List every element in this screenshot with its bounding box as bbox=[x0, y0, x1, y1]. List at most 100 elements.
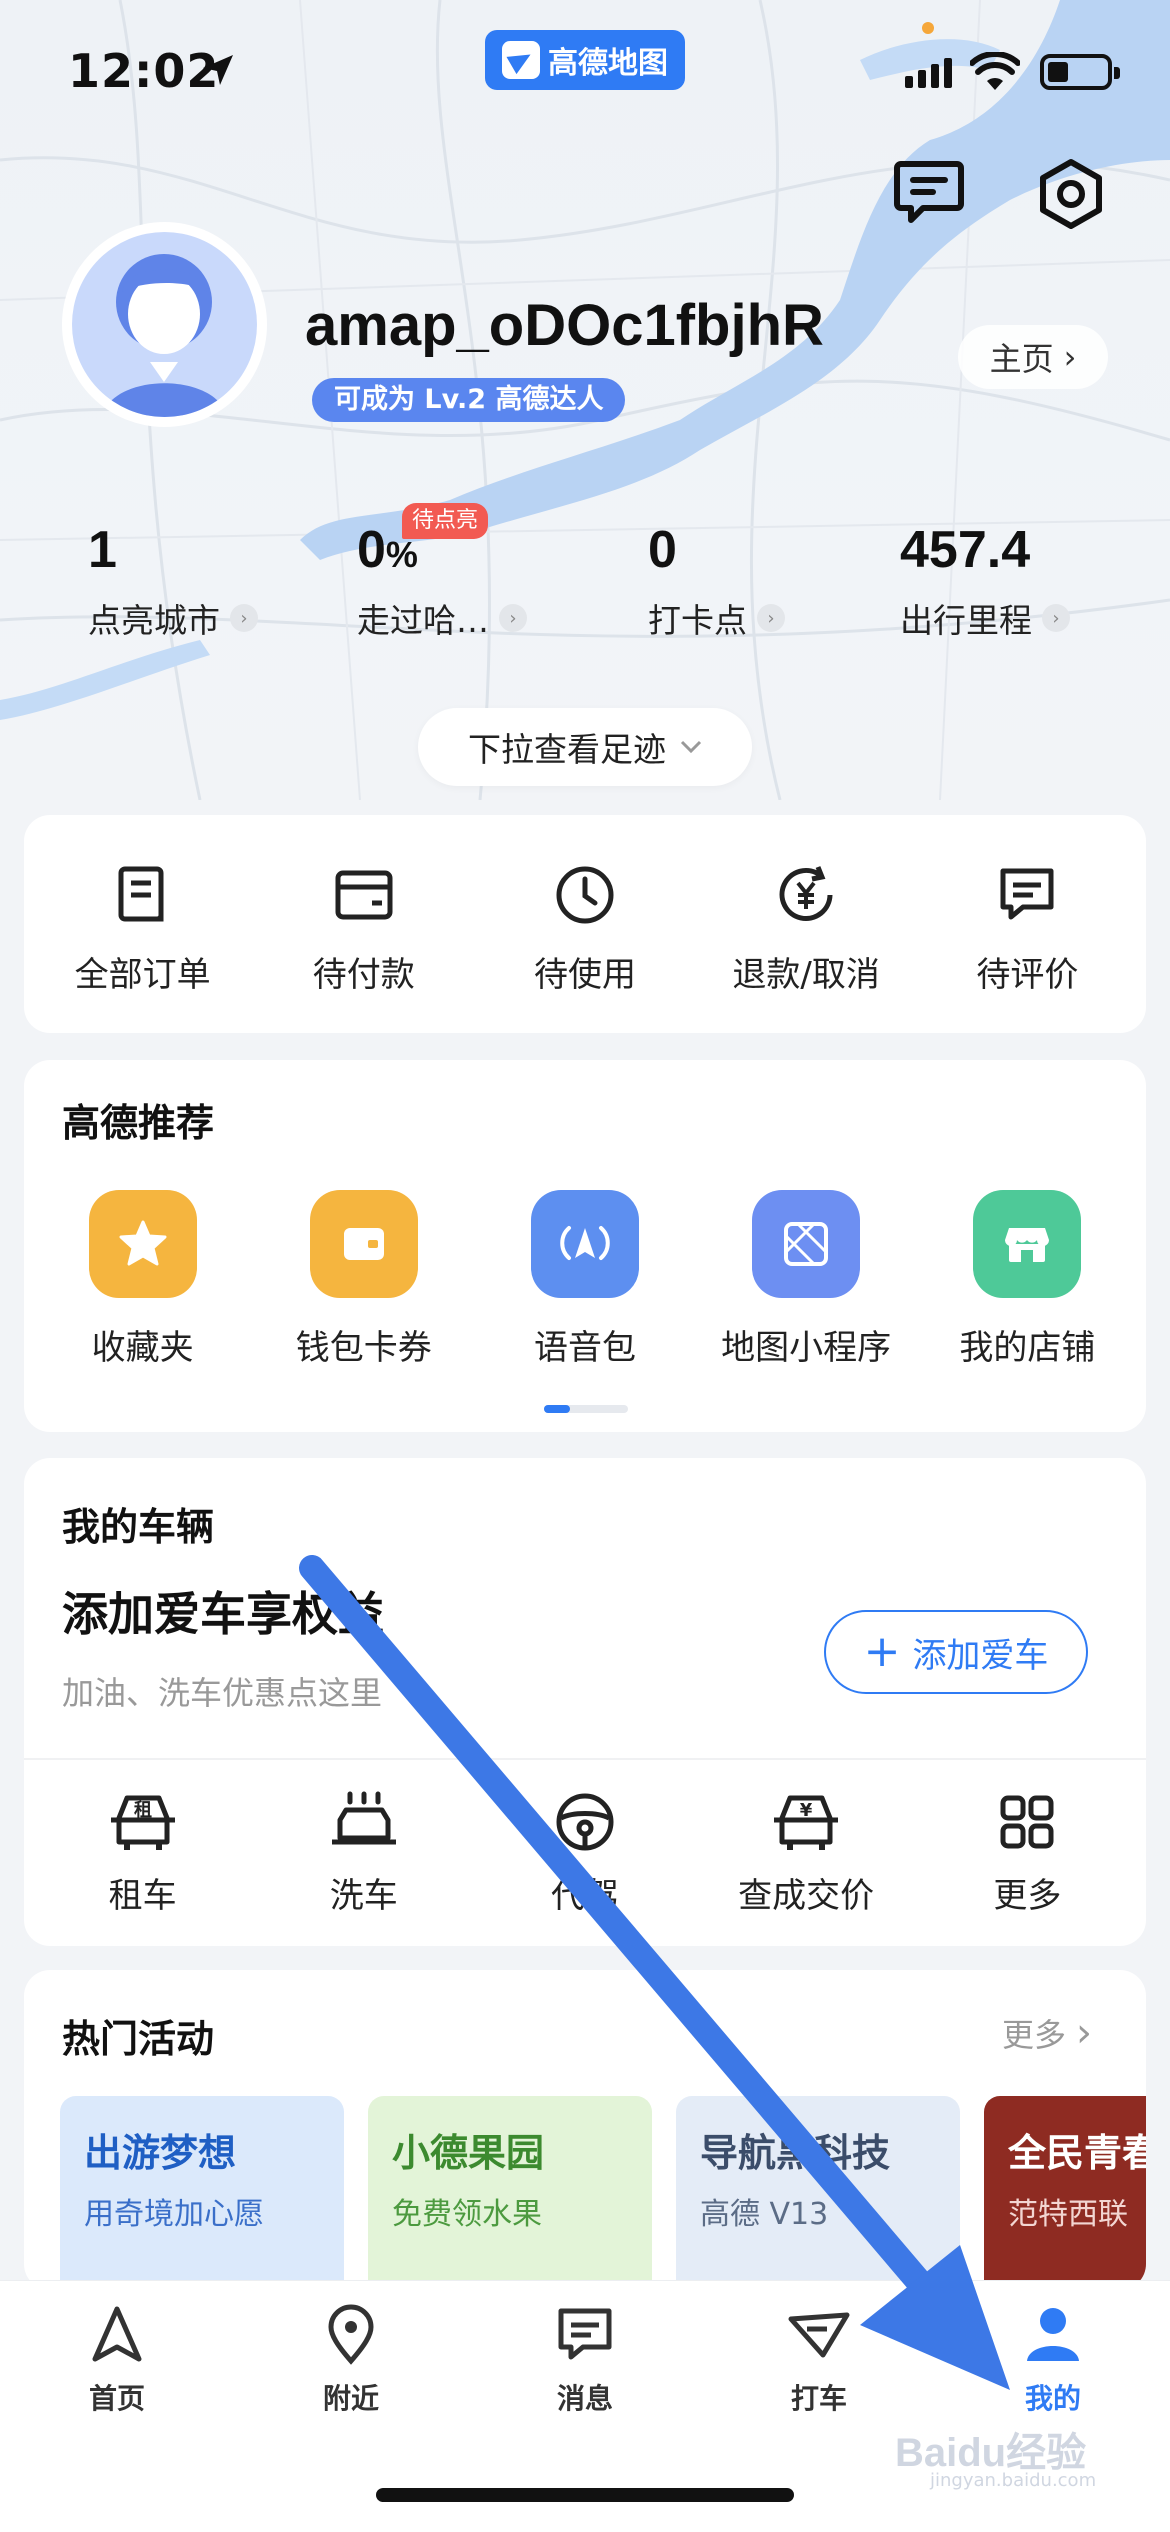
person-icon bbox=[1027, 2308, 1079, 2361]
service-label: 代驾 bbox=[550, 1876, 619, 1916]
activity-title: 导航黑科技 bbox=[700, 2131, 891, 2175]
recommend-mini-program[interactable]: 地图小程序 bbox=[701, 1190, 911, 1369]
activity-card[interactable]: 全民青春 范特西联 bbox=[984, 2096, 1146, 2290]
refund-icon bbox=[779, 866, 833, 921]
recommend-label: 钱包卡券 bbox=[295, 1328, 432, 1368]
steering-wheel-icon bbox=[556, 1793, 614, 1851]
activity-card[interactable]: 小德果园 免费领水果 bbox=[368, 2096, 652, 2290]
tab-label: 打车 bbox=[790, 2382, 847, 2415]
carousel-page-indicator bbox=[544, 1405, 628, 1413]
activity-card[interactable]: 出游梦想 用奇境加心愿 bbox=[60, 2096, 344, 2290]
chat-message-icon[interactable] bbox=[893, 158, 965, 226]
tab-nearby[interactable]: 附近 bbox=[251, 2303, 451, 2417]
watermark-sub: jingyan.baidu.com bbox=[930, 2470, 1097, 2491]
service-designated-driver[interactable]: 代驾 bbox=[480, 1790, 690, 1917]
stat-checkins[interactable]: 0 打卡点 › bbox=[648, 520, 785, 642]
vehicle-card: 我的车辆 添加爱车享权益 加油、洗车优惠点这里 + 添加爱车 租 租车 洗车 代… bbox=[24, 1458, 1146, 1946]
chevron-right-icon: › bbox=[499, 604, 527, 632]
location-arrow-icon bbox=[203, 55, 233, 85]
orders-card: 全部订单 待付款 待使用 退款/取消 待评价 bbox=[24, 815, 1146, 1033]
recommend-wallet[interactable]: 钱包卡券 bbox=[259, 1190, 469, 1369]
recommend-label: 语音包 bbox=[533, 1328, 636, 1368]
avatar[interactable] bbox=[62, 222, 267, 427]
voice-pack-icon bbox=[530, 1190, 639, 1298]
stat-value: 0 bbox=[648, 521, 677, 579]
tab-home[interactable]: 首页 bbox=[17, 2303, 217, 2417]
stat-label: 出行里程 bbox=[900, 601, 1032, 640]
message-icon bbox=[558, 2308, 612, 2360]
navigate-icon bbox=[92, 2306, 142, 2362]
recommend-favorites[interactable]: 收藏夹 bbox=[38, 1190, 248, 1369]
wallet-icon bbox=[335, 870, 393, 920]
order-label: 待评价 bbox=[976, 955, 1079, 995]
tab-label: 消息 bbox=[556, 2382, 613, 2415]
location-pin-icon bbox=[328, 2304, 374, 2365]
order-label: 退款/取消 bbox=[732, 955, 880, 995]
tab-label: 首页 bbox=[88, 2382, 145, 2415]
service-more[interactable]: 更多 bbox=[922, 1790, 1132, 1917]
svg-text:¥: ¥ bbox=[800, 1800, 813, 1821]
service-label: 更多 bbox=[993, 1876, 1062, 1916]
stat-lit-cities[interactable]: 1 点亮城市 › bbox=[88, 520, 258, 642]
order-refund[interactable]: 退款/取消 bbox=[701, 815, 911, 996]
recommend-title: 高德推荐 bbox=[62, 1101, 215, 1145]
service-rent-car[interactable]: 租 租车 bbox=[38, 1790, 248, 1917]
service-label: 租车 bbox=[108, 1876, 177, 1916]
activities-more-link[interactable]: 更多 › bbox=[1002, 2010, 1092, 2056]
app-name: 高德地图 bbox=[548, 46, 668, 81]
stat-visited[interactable]: 0% 走过哈… › bbox=[357, 520, 527, 642]
service-car-wash[interactable]: 洗车 bbox=[259, 1790, 469, 1917]
recommend-label: 我的店铺 bbox=[959, 1328, 1096, 1368]
plus-icon: + bbox=[863, 1626, 901, 1677]
comment-icon bbox=[1000, 868, 1054, 920]
tab-mine[interactable]: 我的 bbox=[953, 2303, 1153, 2417]
order-pending-payment[interactable]: 待付款 bbox=[259, 815, 469, 996]
add-car-button[interactable]: + 添加爱车 bbox=[824, 1610, 1088, 1694]
stat-value: 457.4 bbox=[900, 521, 1031, 579]
username: amap_oDOc1fbjhR bbox=[305, 293, 824, 358]
activity-card[interactable]: 导航黑科技 高德 V13 bbox=[676, 2096, 960, 2290]
recommend-my-store[interactable]: 我的店铺 bbox=[922, 1190, 1132, 1369]
chevron-right-icon: › bbox=[230, 604, 258, 632]
recommend-card: 高德推荐 收藏夹 钱包卡券 语音包 地图小程序 我的店铺 bbox=[24, 1060, 1146, 1432]
stat-value: 0 bbox=[357, 521, 386, 579]
status-bar: 12:02 高德地图 bbox=[0, 0, 1170, 150]
activity-subtitle: 范特西联 bbox=[1008, 2197, 1128, 2232]
stat-mileage[interactable]: 457.4 出行里程 › bbox=[900, 520, 1070, 642]
chevron-right-icon: › bbox=[1076, 2010, 1093, 2056]
stat-label: 点亮城市 bbox=[88, 601, 220, 640]
pull-footprint-button[interactable]: 下拉查看足迹 bbox=[418, 708, 752, 786]
order-to-review[interactable]: 待评价 bbox=[922, 815, 1132, 996]
amap-logo-icon bbox=[502, 41, 540, 79]
mini-program-icon bbox=[752, 1190, 861, 1298]
pull-footprint-label: 下拉查看足迹 bbox=[468, 730, 666, 769]
homepage-button-label: 主页 bbox=[989, 340, 1054, 378]
privacy-indicator-dot bbox=[922, 22, 934, 34]
grid-more-icon bbox=[1000, 1795, 1054, 1849]
service-car-price[interactable]: ¥ 查成交价 bbox=[701, 1790, 911, 1917]
activity-subtitle: 用奇境加心愿 bbox=[84, 2197, 264, 2232]
order-label: 待付款 bbox=[312, 955, 415, 995]
order-to-use[interactable]: 待使用 bbox=[480, 815, 690, 996]
default-avatar-icon bbox=[102, 254, 227, 417]
battery-icon bbox=[1040, 54, 1120, 90]
tab-taxi[interactable]: 打车 bbox=[719, 2303, 919, 2417]
recommend-voice-pack[interactable]: 语音包 bbox=[480, 1190, 690, 1369]
service-label: 洗车 bbox=[329, 1876, 398, 1916]
stat-value: 1 bbox=[88, 521, 117, 579]
settings-gear-icon[interactable] bbox=[1035, 158, 1107, 230]
chevron-right-icon: › bbox=[757, 604, 785, 632]
stat-suffix: % bbox=[385, 534, 418, 575]
tab-messages[interactable]: 消息 bbox=[485, 2303, 685, 2417]
divider bbox=[24, 1758, 1146, 1760]
store-icon bbox=[973, 1190, 1082, 1298]
order-label: 待使用 bbox=[533, 955, 636, 995]
app-back-badge[interactable]: 高德地图 bbox=[485, 30, 685, 90]
activities-card: 热门活动 更多 › 出游梦想 用奇境加心愿 小德果园 免费领水果 导航黑科技 高… bbox=[24, 1970, 1146, 2290]
order-label: 全部订单 bbox=[74, 955, 211, 995]
activity-title: 全民青春 bbox=[1008, 2131, 1146, 2175]
level-badge[interactable]: 可成为 Lv.2 高德达人 bbox=[312, 378, 626, 422]
order-all[interactable]: 全部订单 bbox=[38, 815, 248, 996]
homepage-button[interactable]: 主页 › bbox=[958, 325, 1108, 389]
vehicle-title: 我的车辆 bbox=[62, 1505, 215, 1549]
